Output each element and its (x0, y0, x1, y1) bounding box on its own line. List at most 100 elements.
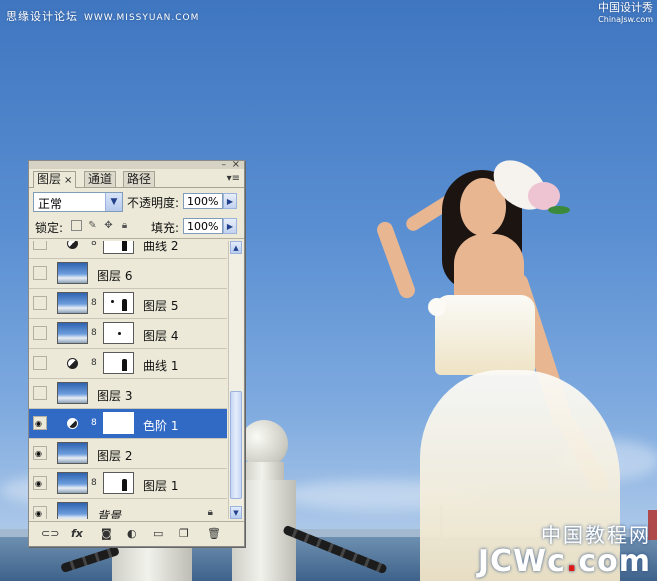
folder-icon[interactable]: ▭ (153, 527, 163, 540)
watermark-url: WWW.MISSYUAN.COM (84, 13, 200, 23)
link-icon[interactable]: 8 (91, 298, 97, 308)
tab-close-icon[interactable]: × (64, 175, 72, 186)
blend-mode-select[interactable]: 正常 ▼ (33, 192, 123, 212)
scroll-up-icon[interactable]: ▲ (230, 241, 242, 254)
panel-tabs: 图层 × 通道 路径 ▾≡ (29, 169, 244, 188)
adjustment-icon (67, 358, 78, 369)
layer-row[interactable]: 8 图层 5 (29, 289, 227, 319)
layer-mask-thumbnail[interactable] (103, 412, 134, 434)
tab-paths-label: 路径 (127, 172, 152, 186)
lock-transparency-icon[interactable] (71, 220, 82, 231)
layer-thumbnail[interactable] (57, 502, 88, 519)
layer-row[interactable]: 图层 3 (29, 379, 227, 409)
layer-name: 图层 1 (143, 479, 179, 493)
layer-row[interactable]: 8 曲线 2 (29, 241, 227, 259)
lock-row: 锁定: ✎ ✥ 🔒︎ 填充: 100% ▶ (29, 214, 244, 239)
layer-thumbnail[interactable] (57, 292, 88, 314)
tab-channels[interactable]: 通道 (84, 171, 117, 187)
layer-row[interactable]: 8 图层 4 (29, 319, 227, 349)
layer-row[interactable]: 8 曲线 1 (29, 349, 227, 379)
panel-titlebar[interactable]: – × (29, 159, 244, 170)
layer-row[interactable]: ◉ 8 图层 1 (29, 469, 227, 499)
layer-thumbnail[interactable] (57, 262, 88, 284)
layer-name: 色阶 1 (143, 419, 179, 433)
eye-icon: ◉ (35, 479, 42, 488)
visibility-toggle[interactable]: ◉ (33, 506, 47, 519)
pillar-ball (240, 420, 288, 468)
trash-icon[interactable]: 🗑︎ (207, 527, 221, 540)
link-icon[interactable]: 8 (91, 418, 97, 428)
watermark-top-left: 思缘设计论坛 WWW.MISSYUAN.COM (6, 8, 199, 24)
link-layers-icon[interactable]: ⊂⊃ (41, 527, 59, 540)
layer-thumbnail[interactable] (57, 322, 88, 344)
layer-mask-thumbnail[interactable] (103, 241, 134, 254)
tab-layers-label: 图层 (37, 172, 62, 186)
visibility-toggle[interactable] (33, 386, 47, 400)
watermark-top-right: 中国设计秀 ChinaJsw.com (598, 2, 653, 26)
visibility-toggle[interactable]: ◉ (33, 416, 47, 430)
chevron-down-icon[interactable]: ▼ (105, 193, 122, 211)
watermark-en-a: JCWc (477, 544, 566, 579)
watermark-en-dot: . (565, 544, 579, 579)
blend-mode-value: 正常 (38, 197, 63, 211)
layer-row-selected[interactable]: ◉ 8 色阶 1 (29, 409, 227, 439)
layers-panel: – × 图层 × 通道 路径 ▾≡ 正常 ▼ 不透明度: 100% ▶ 锁定: ✎… (28, 159, 245, 547)
lock-move-icon[interactable]: ✥ (103, 220, 114, 231)
layer-name: 图层 5 (143, 299, 179, 313)
opacity-label: 不透明度: (127, 196, 180, 210)
layer-thumbnail[interactable] (57, 382, 88, 404)
watermark-bottom-right: 中国教程网 JCWc.com (478, 519, 651, 579)
tab-paths[interactable]: 路径 (123, 171, 156, 187)
link-icon[interactable]: 8 (91, 241, 97, 248)
visibility-toggle[interactable]: ◉ (33, 476, 47, 490)
adjustment-layer-icon[interactable]: ◐ (127, 527, 137, 540)
visibility-toggle[interactable]: ◉ (33, 446, 47, 460)
tab-layers[interactable]: 图层 × (33, 171, 77, 188)
visibility-toggle[interactable] (33, 326, 47, 340)
layer-name: 曲线 1 (143, 359, 179, 373)
fill-input[interactable]: 100% (183, 218, 223, 234)
tab-channels-label: 通道 (88, 172, 113, 186)
layer-thumbnail[interactable] (57, 472, 88, 494)
layer-name: 曲线 2 (143, 241, 179, 253)
visibility-toggle[interactable] (33, 241, 47, 250)
panel-menu-icon[interactable]: ▾≡ (227, 173, 240, 184)
layer-mask-thumbnail[interactable] (103, 352, 134, 374)
lock-all-icon[interactable]: 🔒︎ (119, 220, 130, 231)
layer-row[interactable]: ◉ 图层 2 (29, 439, 227, 469)
layer-mask-thumbnail[interactable] (103, 322, 134, 344)
layer-mask-thumbnail[interactable] (103, 292, 134, 314)
watermark-en: JCWc.com (478, 544, 651, 579)
layer-name: 图层 3 (97, 389, 133, 403)
eye-icon: ◉ (35, 449, 42, 458)
fx-icon[interactable]: fx (71, 527, 83, 540)
layer-row-background[interactable]: ◉ 背景 🔒︎ (29, 499, 227, 519)
lock-label: 锁定: (35, 221, 64, 235)
link-icon[interactable]: 8 (91, 358, 97, 368)
new-layer-icon[interactable]: ❐ (179, 527, 189, 540)
visibility-toggle[interactable] (33, 296, 47, 310)
layers-scrollbar[interactable]: ▲ ▼ (228, 241, 243, 519)
layer-name: 图层 6 (97, 269, 133, 283)
layers-list: 8 曲线 2 图层 6 8 图层 5 8 图层 4 8 曲线 1 图层 3 ◉ … (29, 241, 227, 519)
layer-mask-thumbnail[interactable] (103, 472, 134, 494)
layer-thumbnail[interactable] (57, 442, 88, 464)
eye-icon: ◉ (35, 419, 42, 428)
lock-brush-icon[interactable]: ✎ (87, 220, 98, 231)
fill-label: 填充: (151, 221, 180, 235)
watermark-line1: 中国设计秀 (598, 1, 653, 14)
watermark-line2: ChinaJsw.com (598, 15, 653, 24)
adjustment-icon (67, 418, 78, 429)
opacity-input[interactable]: 100% (183, 193, 223, 209)
fill-arrow-icon[interactable]: ▶ (223, 218, 237, 234)
mask-icon[interactable]: ◙ (101, 527, 112, 540)
opacity-arrow-icon[interactable]: ▶ (223, 193, 237, 209)
link-icon[interactable]: 8 (91, 478, 97, 488)
scroll-down-icon[interactable]: ▼ (230, 506, 242, 519)
lock-icon: 🔒︎ (207, 507, 213, 518)
layer-row[interactable]: 图层 6 (29, 259, 227, 289)
visibility-toggle[interactable] (33, 266, 47, 280)
scroll-thumb[interactable] (230, 391, 242, 499)
link-icon[interactable]: 8 (91, 328, 97, 338)
visibility-toggle[interactable] (33, 356, 47, 370)
